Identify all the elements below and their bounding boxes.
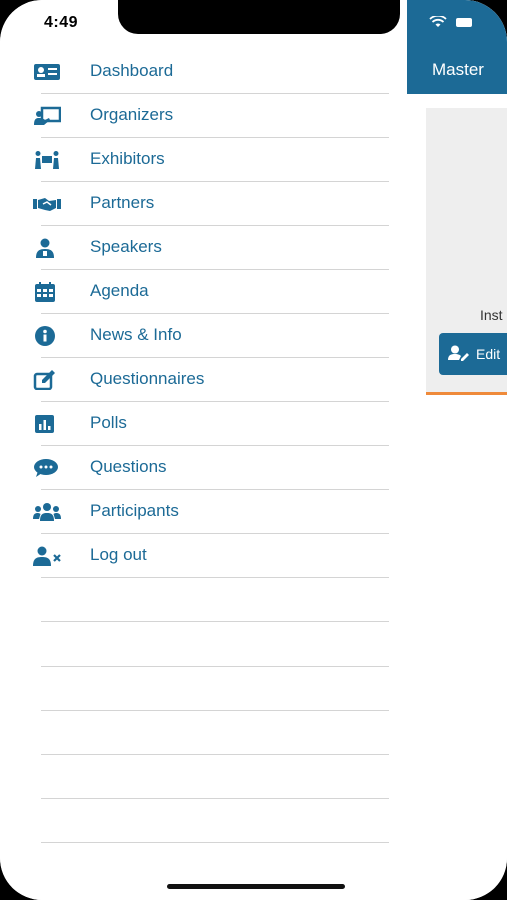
menu-item-label: Questionnaires	[90, 369, 205, 388]
menu-item-log-out[interactable]: Log out	[0, 533, 389, 577]
menu-item-agenda[interactable]: Agenda	[0, 269, 389, 313]
menu-item-exhibitors[interactable]: Exhibitors	[0, 137, 389, 181]
menu-item-questions[interactable]: Questions	[0, 445, 389, 489]
menu-item-dashboard[interactable]: Dashboard	[0, 49, 389, 93]
home-indicator[interactable]	[167, 884, 345, 889]
poll-icon	[33, 414, 61, 434]
menu-item-speakers[interactable]: Speakers	[0, 225, 389, 269]
menu-item-partners[interactable]: Partners	[0, 181, 389, 225]
background-header: Master	[407, 0, 507, 94]
exhibitors-icon	[33, 150, 61, 170]
background-card: Inst Edit	[426, 108, 507, 394]
background-app: Master Inst Edit	[407, 0, 507, 900]
menu-item-label: Speakers	[90, 237, 162, 256]
menu-item-news-info[interactable]: News & Info	[0, 313, 389, 357]
divider	[41, 666, 389, 667]
divider	[41, 842, 389, 843]
menu-item-polls[interactable]: Polls	[0, 401, 389, 445]
background-accent-line	[426, 392, 507, 395]
edit-icon	[33, 370, 61, 391]
divider	[41, 798, 389, 799]
battery-icon	[456, 18, 472, 27]
users-icon	[33, 502, 61, 522]
status-time: 4:49	[44, 14, 79, 31]
speaker-icon	[33, 238, 61, 258]
divider	[41, 577, 389, 578]
menu-item-label: Dashboard	[90, 61, 174, 80]
phone-screen: Master Inst Edit 4:49 Dashboard Organize…	[0, 0, 507, 900]
menu-item-label: Exhibitors	[90, 149, 165, 168]
status-icons	[429, 14, 472, 31]
edit-button[interactable]: Edit	[439, 333, 507, 375]
menu-item-participants[interactable]: Participants	[0, 489, 389, 533]
chat-icon	[33, 458, 61, 478]
menu-item-questionnaires[interactable]: Questionnaires	[0, 357, 389, 401]
presentation-icon	[33, 106, 62, 126]
menu-item-organizers[interactable]: Organizers	[0, 93, 389, 137]
divider	[41, 754, 389, 755]
user-edit-icon	[448, 345, 470, 364]
side-drawer: 4:49 Dashboard Organizers Exhibitors Par…	[0, 0, 407, 900]
menu-item-label: Agenda	[90, 281, 149, 300]
device-notch	[118, 0, 400, 34]
menu-item-label: Participants	[90, 501, 179, 520]
menu-item-label: Partners	[90, 193, 155, 212]
calendar-icon	[33, 282, 61, 302]
wifi-icon	[429, 14, 447, 27]
menu-item-label: News & Info	[90, 325, 182, 344]
handshake-icon	[33, 194, 61, 214]
id-card-icon	[33, 62, 61, 82]
background-card-text: Inst	[480, 307, 503, 323]
divider	[41, 621, 389, 622]
edit-button-label: Edit	[476, 346, 501, 362]
menu-item-label: Polls	[90, 413, 127, 432]
background-header-title: Master	[432, 60, 484, 79]
divider	[41, 710, 389, 711]
menu-item-label: Log out	[90, 545, 147, 564]
menu-item-label: Organizers	[90, 105, 174, 124]
info-icon	[33, 326, 61, 346]
menu-item-label: Questions	[90, 457, 167, 476]
user-remove-icon	[33, 546, 61, 566]
